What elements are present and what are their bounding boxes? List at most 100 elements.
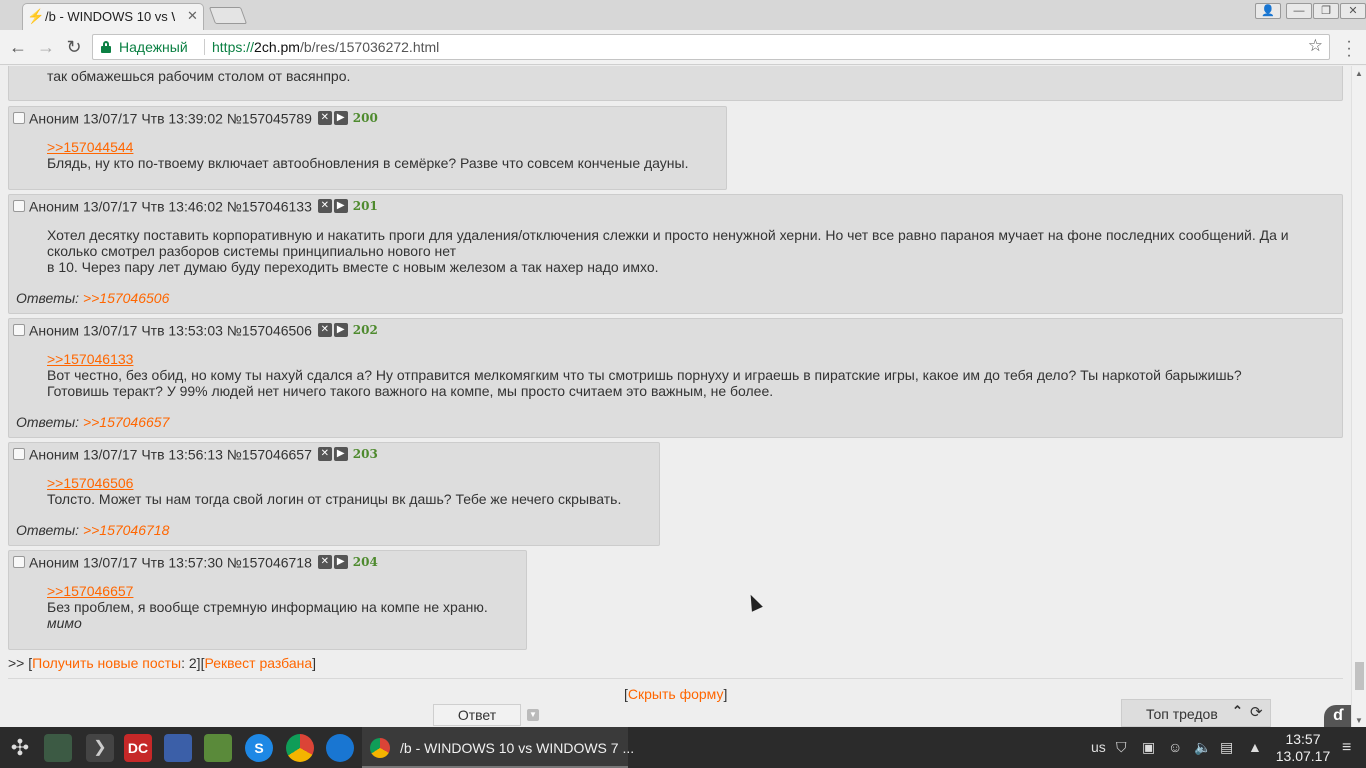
desktop-icon[interactable]: [44, 734, 72, 762]
new-posts-bar: >> [Получить новые посты: 2][Реквест раз…: [8, 655, 316, 671]
request-unban-link[interactable]: Реквест разбана: [204, 655, 312, 671]
scroll-down-icon[interactable]: ▼: [1355, 716, 1363, 725]
terminal-icon[interactable]: ❯: [86, 734, 114, 762]
hide-post-icon[interactable]: ✕: [317, 447, 332, 462]
expand-post-icon[interactable]: ▶: [333, 111, 348, 126]
post-number: 200: [352, 111, 378, 126]
post-id[interactable]: №157045789: [227, 110, 312, 126]
post-text: сколько смотрел разборов системы принцип…: [47, 243, 457, 259]
user-icon[interactable]: ☺: [1168, 739, 1182, 755]
notifications-menu-icon[interactable]: ≡: [1342, 739, 1351, 757]
hide-post-icon[interactable]: ✕: [317, 111, 332, 126]
post-select-checkbox[interactable]: [13, 556, 25, 569]
post-text: так обмажешься рабочим столом от васянпр…: [47, 68, 351, 84]
wifi-manager-icon[interactable]: [204, 734, 232, 762]
site-logo-icon: ɗ: [1324, 705, 1351, 727]
tray-expand-icon[interactable]: ▲: [1248, 739, 1262, 755]
site-favicon-icon: ⚡: [27, 8, 45, 24]
clipboard-icon[interactable]: ▤: [1220, 739, 1233, 756]
new-posts-suffix: ]: [312, 655, 317, 671]
network-tool-icon[interactable]: [164, 734, 192, 762]
top-threads-widget[interactable]: Топ тредов ⌃ ⟳: [1121, 699, 1271, 727]
hide-form-link[interactable]: Скрыть форму: [628, 686, 724, 702]
close-tab-icon[interactable]: ✕: [187, 8, 198, 24]
skype-icon[interactable]: S: [245, 734, 273, 762]
browser-menu-icon[interactable]: · · ·: [1341, 34, 1357, 64]
hide-post-icon[interactable]: ✕: [317, 199, 332, 214]
post-203: Аноним 13/07/17 Чтв 13:56:13 №157046657 …: [8, 442, 660, 546]
keyboard-layout[interactable]: us: [1091, 739, 1106, 755]
reply-link[interactable]: >>157046133: [47, 351, 133, 367]
post-id[interactable]: №157046718: [227, 554, 312, 570]
post-body: Хотел десятку поставить корпоративную и …: [47, 227, 1289, 275]
reply-link[interactable]: >>157044544: [47, 139, 133, 155]
post-body: >>157046506 Толсто. Может ты нам тогда с…: [47, 475, 621, 507]
profile-icon[interactable]: 👤: [1255, 3, 1281, 19]
post-select-checkbox[interactable]: [13, 112, 25, 125]
post-text: Без проблем, я вообще стремную информаци…: [47, 599, 488, 615]
answer-link[interactable]: >>157046657: [83, 414, 169, 430]
post-id[interactable]: №157046133: [227, 198, 312, 214]
hide-post-icon[interactable]: ✕: [317, 323, 332, 338]
get-new-posts-link[interactable]: Получить новые посты: [32, 655, 181, 671]
url-text[interactable]: https://2ch.pm/b/res/157036272.html: [212, 39, 439, 55]
post-id[interactable]: №157046506: [227, 322, 312, 338]
post-header: Аноним 13/07/17 Чтв 13:56:13 №157046657 …: [13, 445, 378, 463]
network-icon[interactable]: ▣: [1142, 739, 1155, 756]
post-select-checkbox[interactable]: [13, 200, 25, 213]
expand-post-icon[interactable]: ▶: [333, 447, 348, 462]
post-body: >>157046133 Вот честно, без обид, но ком…: [47, 351, 1242, 399]
post-body: >>157044544 Блядь, ну кто по-твоему вклю…: [47, 139, 689, 171]
post-header: Аноним 13/07/17 Чтв 13:39:02 №157045789 …: [13, 109, 378, 127]
chrome-window-icon: [370, 738, 390, 758]
post-id[interactable]: №157046657: [227, 446, 312, 462]
expand-post-icon[interactable]: ▶: [333, 555, 348, 570]
post-number: 202: [352, 323, 378, 338]
reply-options-icon[interactable]: ▼: [527, 709, 539, 721]
forward-arrow-icon[interactable]: →: [36, 37, 56, 57]
app-launcher-icon[interactable]: ✣: [6, 734, 34, 762]
post-select-checkbox[interactable]: [13, 324, 25, 337]
post-author: Аноним: [29, 554, 80, 571]
restore-button[interactable]: ❐: [1313, 3, 1339, 19]
post-date: 13/07/17 Чтв 13:39:02: [82, 110, 223, 127]
bookmark-star-icon[interactable]: ☆: [1308, 36, 1323, 56]
teamviewer-icon[interactable]: [326, 734, 354, 762]
scrollbar-thumb[interactable]: [1355, 662, 1364, 690]
shield-icon[interactable]: ⛉: [1116, 739, 1127, 756]
post-202: Аноним 13/07/17 Чтв 13:53:03 №157046506 …: [8, 318, 1343, 438]
new-posts-count: : 2][: [181, 655, 205, 671]
clock[interactable]: 13:57 13.07.17: [1272, 731, 1334, 765]
divider: [204, 39, 205, 55]
answer-link[interactable]: >>157046718: [83, 522, 169, 538]
hide-post-icon[interactable]: ✕: [317, 555, 332, 570]
chrome-icon[interactable]: [286, 734, 314, 762]
new-tab-button[interactable]: [208, 7, 248, 24]
back-arrow-icon[interactable]: ←: [8, 37, 28, 57]
os-taskbar: ✣ ❯ DC S /b - WINDOWS 10 vs WINDOWS 7 ..…: [0, 727, 1366, 768]
refresh-icon[interactable]: ⟳: [1250, 703, 1263, 721]
browser-tab[interactable]: ⚡ /b - WINDOWS 10 vs W ✕: [22, 3, 204, 30]
reply-link[interactable]: >>157046657: [47, 583, 133, 599]
reply-button[interactable]: Ответ: [433, 704, 521, 726]
reload-icon[interactable]: ↻: [64, 37, 84, 57]
collapse-up-icon[interactable]: ⌃: [1232, 703, 1243, 719]
doublecmd-icon[interactable]: DC: [124, 734, 152, 762]
post-text: Вот честно, без обид, но кому ты нахуй с…: [47, 367, 1242, 383]
post-author: Аноним: [29, 446, 80, 463]
top-threads-label: Топ тредов: [1146, 706, 1218, 722]
expand-post-icon[interactable]: ▶: [333, 323, 348, 338]
volume-icon[interactable]: 🔈: [1194, 739, 1211, 756]
post-text: Блядь, ну кто по-твоему включает автообн…: [47, 155, 689, 171]
minimize-button[interactable]: —: [1286, 3, 1312, 19]
reply-link[interactable]: >>157046506: [47, 475, 133, 491]
answer-link[interactable]: >>157046506: [83, 290, 169, 306]
scroll-up-icon[interactable]: ▲: [1355, 69, 1363, 78]
url-host: 2ch.pm: [254, 39, 300, 55]
post-select-checkbox[interactable]: [13, 448, 25, 461]
close-window-button[interactable]: ✕: [1340, 3, 1366, 19]
address-bar[interactable]: Надежный https://2ch.pm/b/res/157036272.…: [92, 34, 1330, 60]
security-label: Надежный: [119, 39, 188, 55]
page-scrollbar[interactable]: ▲ ▼: [1351, 66, 1366, 727]
expand-post-icon[interactable]: ▶: [333, 199, 348, 214]
